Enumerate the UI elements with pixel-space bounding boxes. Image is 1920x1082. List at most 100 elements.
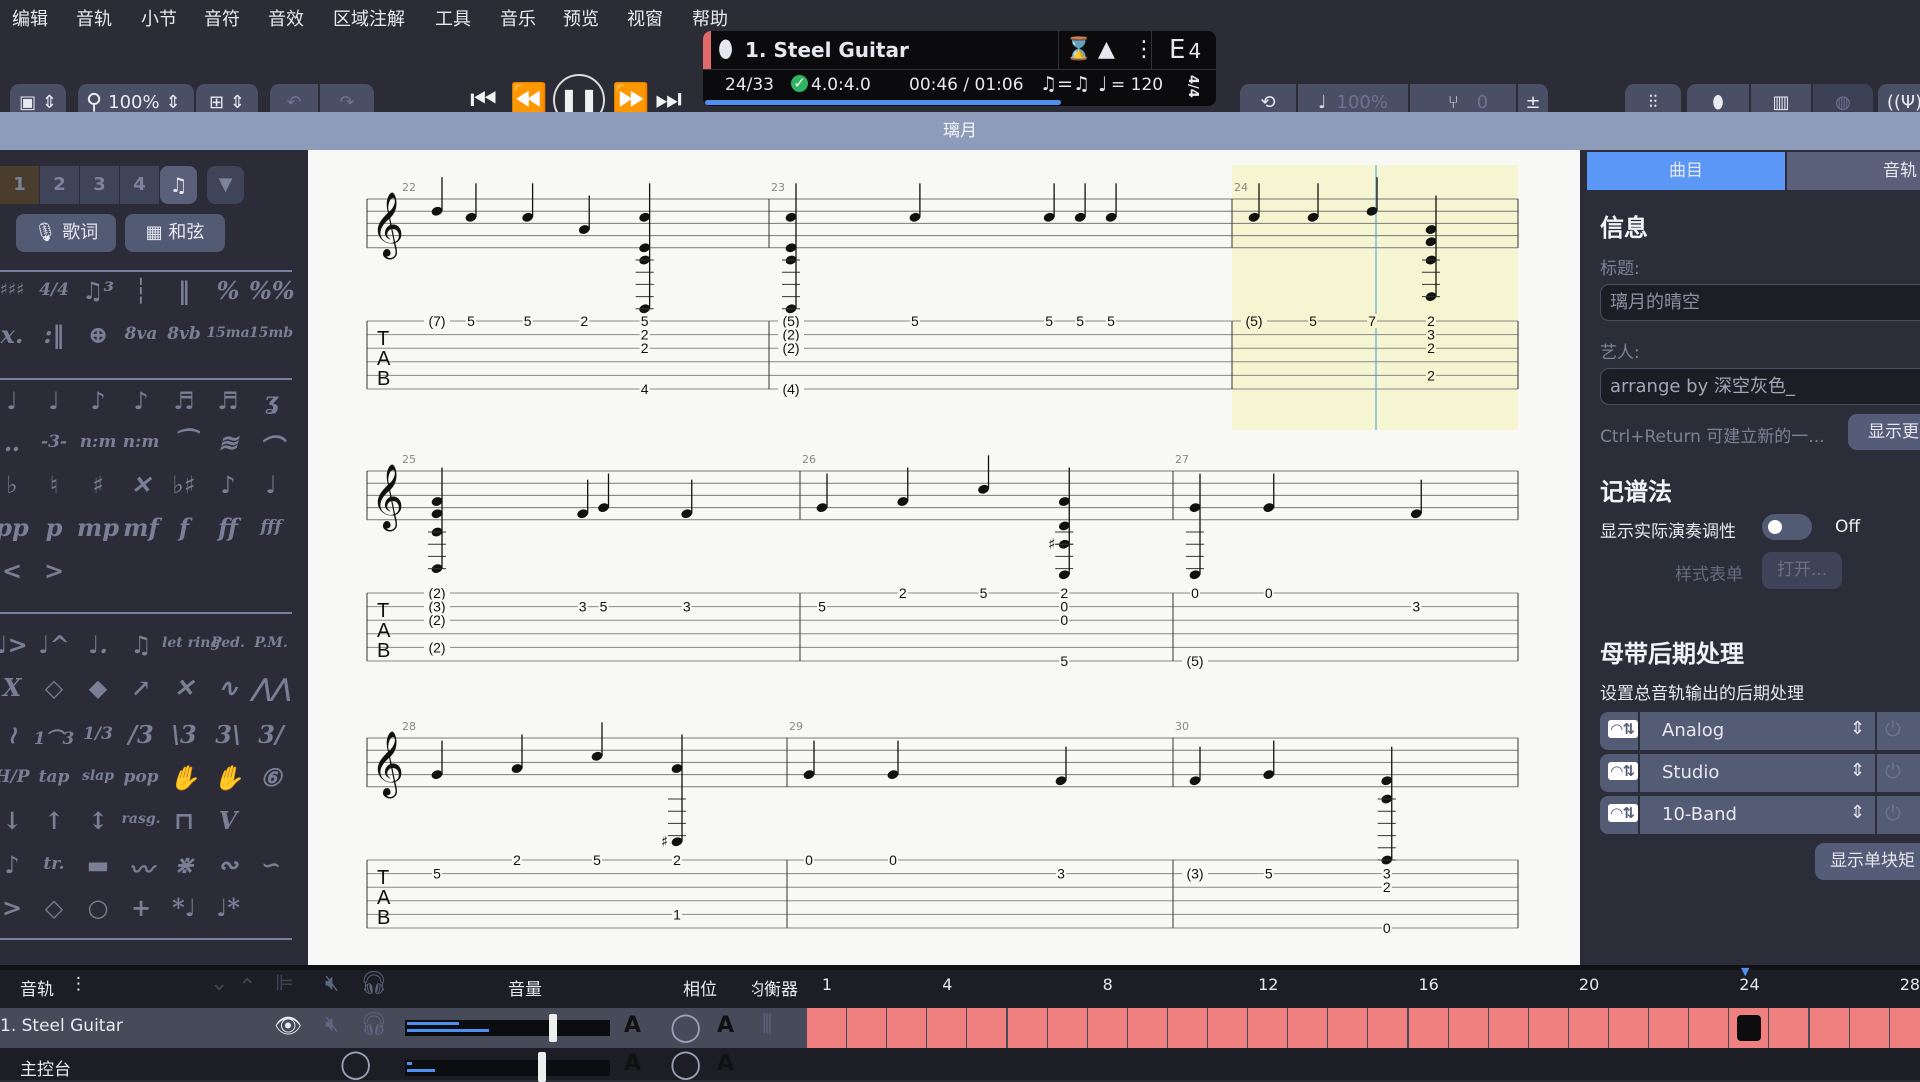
palette-symbol[interactable]: ♯ bbox=[76, 470, 120, 499]
palette-symbol[interactable]: ‥ bbox=[0, 428, 34, 457]
bar-cell[interactable] bbox=[1849, 1008, 1889, 1048]
palette-symbol[interactable]: ♬ bbox=[206, 386, 250, 415]
lyrics-button[interactable]: 🎙︎ 歌词 bbox=[16, 214, 116, 252]
palette-symbol[interactable]: ♭♯ bbox=[162, 470, 206, 499]
palette-symbol[interactable]: X bbox=[0, 673, 34, 702]
palette-symbol[interactable]: ♮ bbox=[32, 470, 76, 499]
tab-note[interactable]: (2) bbox=[428, 639, 445, 655]
tab-note[interactable]: 5 bbox=[467, 313, 475, 329]
menu-item[interactable]: 编辑 bbox=[12, 5, 48, 31]
tab-note[interactable]: 5 bbox=[600, 599, 608, 615]
tab-note[interactable]: 7 bbox=[1368, 313, 1376, 329]
master-fader-handle[interactable] bbox=[538, 1052, 547, 1082]
palette-symbol[interactable]: 〰 bbox=[119, 850, 163, 885]
bar-cell[interactable] bbox=[1448, 1008, 1488, 1048]
palette-symbol[interactable]: let ring bbox=[162, 635, 220, 651]
show-more-button[interactable]: 显示更 bbox=[1848, 414, 1920, 450]
bar-cell[interactable] bbox=[1649, 1008, 1689, 1048]
tab-note[interactable]: 2 bbox=[673, 852, 681, 868]
bar-cell[interactable] bbox=[1047, 1008, 1087, 1048]
voice-1-button[interactable]: 1 bbox=[0, 166, 39, 204]
tab-note[interactable]: 2 bbox=[580, 313, 588, 329]
tracks-menu-icon[interactable]: ⋮ bbox=[70, 974, 87, 994]
palette-symbol[interactable]: ff bbox=[206, 513, 250, 542]
palette-symbol[interactable]: ♪ bbox=[119, 386, 163, 415]
time-signature[interactable]: 4/4 bbox=[1185, 75, 1200, 98]
expand-icon[interactable]: ⌃ bbox=[238, 975, 256, 1000]
menu-item[interactable]: 区域注解 bbox=[333, 5, 405, 31]
palette-symbol[interactable]: ♩* bbox=[206, 893, 250, 922]
palette-symbol[interactable]: n:m bbox=[119, 432, 163, 452]
mute-icon[interactable]: 🔇︎ bbox=[325, 1012, 339, 1037]
bar-cell[interactable] bbox=[1167, 1008, 1207, 1048]
tab-note[interactable]: (5) bbox=[1245, 313, 1262, 329]
mastering-effect-row[interactable]: ◠⇅ Analog ⇕ ⏻ bbox=[1600, 712, 1920, 750]
equalizer-icon[interactable]: ⫼ bbox=[762, 1012, 772, 1037]
palette-symbol[interactable]: 1/3 bbox=[76, 724, 120, 744]
palette-symbol[interactable]: ◆ bbox=[76, 673, 120, 702]
palette-symbol[interactable]: ✕ bbox=[162, 673, 206, 702]
notation-button[interactable]: ♫ bbox=[160, 166, 197, 204]
palette-symbol[interactable]: Ped. bbox=[206, 635, 250, 651]
tab-note[interactable]: 2 bbox=[641, 340, 649, 356]
tab-note[interactable]: (2) bbox=[782, 340, 799, 356]
artist-input[interactable]: arrange by 深空灰色_ bbox=[1600, 368, 1920, 405]
palette-symbol[interactable]: ∾ bbox=[206, 850, 250, 879]
palette-symbol[interactable]: rasg. bbox=[119, 811, 163, 827]
tab-note[interactable]: 1 bbox=[673, 906, 681, 922]
master-automation-pan-icon[interactable]: A bbox=[717, 1051, 734, 1076]
tab-note[interactable]: 0 bbox=[1383, 920, 1391, 936]
palette-symbol[interactable]: 3/ bbox=[249, 720, 293, 749]
tab-note[interactable]: 5 bbox=[1309, 313, 1317, 329]
palette-symbol[interactable]: ♫ bbox=[119, 630, 163, 659]
mute-all-icon[interactable]: 🔇︎ bbox=[325, 971, 339, 996]
tab-note[interactable]: 5 bbox=[524, 313, 532, 329]
song-progress-bar[interactable] bbox=[705, 100, 1214, 105]
chord-button[interactable]: ▦ 和弦 bbox=[125, 214, 225, 252]
palette-symbol[interactable]: ⑥ bbox=[249, 763, 293, 792]
bar-cell[interactable] bbox=[1809, 1008, 1849, 1048]
score-page[interactable]: 𝄞 T A B 22 (7) 5 5 2 5 2 2 4 23 (5) (2) (2) (4) 5 5 5 5 24 (5) 5… bbox=[308, 150, 1580, 965]
bar-cell[interactable] bbox=[1568, 1008, 1608, 1048]
palette-symbol[interactable]: ≀ bbox=[0, 720, 34, 749]
bar-cell[interactable] bbox=[1488, 1008, 1528, 1048]
palette-symbol[interactable]: ♪ bbox=[206, 470, 250, 499]
menu-item[interactable]: 小节 bbox=[141, 5, 177, 31]
tab-note[interactable]: 5 bbox=[1265, 866, 1273, 882]
bar-cell[interactable] bbox=[1889, 1008, 1920, 1048]
bar-cell[interactable] bbox=[967, 1008, 1007, 1048]
palette-symbol[interactable]: 15ma bbox=[206, 325, 250, 341]
tab-note[interactable]: 5 bbox=[433, 866, 441, 882]
effect-icon[interactable]: ◠⇅ bbox=[1608, 720, 1639, 738]
tab-note[interactable]: 5 bbox=[980, 585, 988, 601]
title-input[interactable]: 璃月的晴空 bbox=[1600, 284, 1920, 321]
bar-cell[interactable] bbox=[887, 1008, 927, 1048]
menu-item[interactable]: 预览 bbox=[563, 5, 599, 31]
bar-cell[interactable] bbox=[1528, 1008, 1568, 1048]
tab-note[interactable]: 2 bbox=[1427, 367, 1435, 383]
palette-symbol[interactable]: ✕ bbox=[119, 470, 163, 499]
palette-symbol[interactable]: 8va bbox=[119, 324, 163, 344]
menu-item[interactable]: 音效 bbox=[268, 5, 304, 31]
tab-note[interactable]: 2 bbox=[513, 852, 521, 868]
tempo[interactable]: = 120 bbox=[1111, 75, 1163, 95]
palette-symbol[interactable]: ◇ bbox=[32, 673, 76, 702]
menu-item[interactable]: 帮助 bbox=[692, 5, 728, 31]
palette-symbol[interactable]: ♭ bbox=[0, 470, 34, 499]
palette-symbol[interactable]: ○ bbox=[76, 893, 120, 922]
palette-symbol[interactable]: ♩ bbox=[0, 386, 34, 415]
palette-symbol[interactable]: n:m bbox=[76, 432, 120, 452]
palette-symbol[interactable]: \3 bbox=[162, 720, 206, 749]
palette-symbol[interactable]: < bbox=[0, 556, 34, 585]
power-icon[interactable]: ⏻ bbox=[1885, 801, 1901, 825]
palette-symbol[interactable]: ↓ bbox=[0, 806, 34, 835]
palette-symbol[interactable]: 4/4 bbox=[32, 280, 76, 300]
solo-icon[interactable]: 🎧︎ bbox=[360, 1012, 388, 1037]
master-pan-knob[interactable]: ◯ bbox=[340, 1047, 371, 1080]
lcd-track-name[interactable]: 1. Steel Guitar bbox=[745, 38, 909, 62]
tab-note[interactable]: 0 bbox=[1265, 585, 1273, 601]
palette-symbol[interactable]: ♩ bbox=[249, 470, 293, 499]
palette-symbol[interactable]: ♩^ bbox=[32, 630, 76, 659]
palette-symbol[interactable]: ⌒ bbox=[249, 428, 293, 463]
palette-symbol[interactable]: 8vb bbox=[162, 324, 206, 344]
